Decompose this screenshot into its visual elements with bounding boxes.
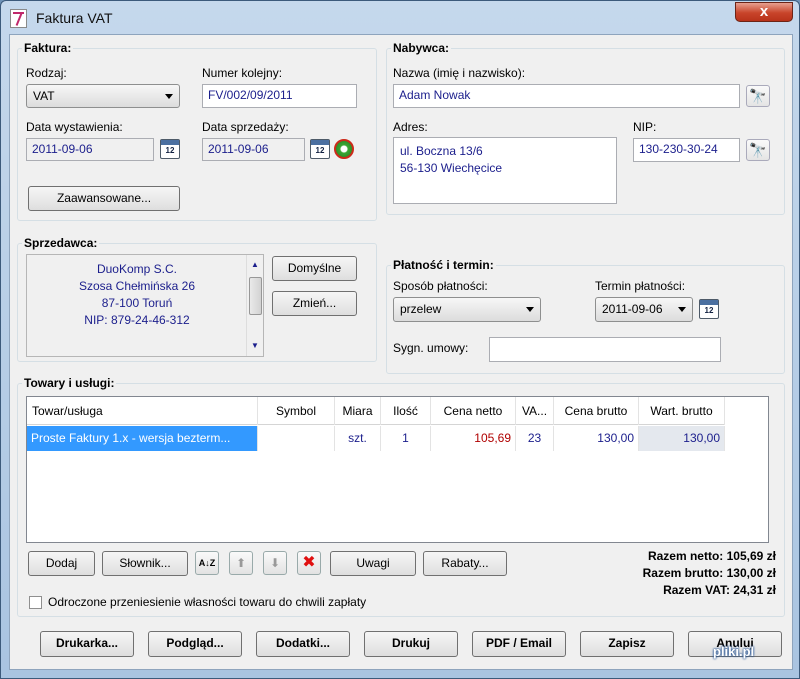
pdf-email-button[interactable]: PDF / Email [472, 631, 566, 657]
table-row[interactable]: Proste Faktury 1.x - wersja bezterm... s… [27, 426, 725, 451]
advanced-button[interactable]: Zaawansowane... [28, 186, 180, 211]
seller-info-box[interactable]: DuoKomp S.C. Szosa Chełmińska 26 87-100 … [26, 254, 264, 357]
column-header[interactable]: Cena netto [431, 397, 516, 425]
sposob-select[interactable]: przelew [393, 297, 541, 322]
column-header[interactable]: Miara [335, 397, 381, 425]
add-item-button[interactable]: Dodaj [28, 551, 95, 576]
adres-line-2: 56-130 Wiechęcice [400, 161, 503, 175]
numer-label: Numer kolejny: [202, 66, 283, 80]
cell-cena-netto[interactable]: 105,69 [431, 426, 516, 451]
search-buyer-icon[interactable]: 🔭 [746, 85, 770, 107]
nabywca-legend: Nabywca: [393, 41, 450, 55]
sum-vat: Razem VAT: 24,31 zł [663, 583, 776, 597]
sprzedawca-legend: Sprzedawca: [24, 236, 98, 250]
sort-icon[interactable]: A↓Z [195, 551, 219, 575]
notes-button[interactable]: Uwagi [330, 551, 416, 576]
data-sprzedazy-field[interactable]: 2011-09-06 [202, 138, 305, 161]
cell-miara[interactable]: szt. [335, 426, 381, 451]
rodzaj-select[interactable]: VAT [26, 84, 180, 108]
rodzaj-label: Rodzaj: [26, 66, 67, 80]
discounts-button[interactable]: Rabaty... [423, 551, 507, 576]
table-header: Towar/usługa Symbol Miara Ilość Cena net… [27, 397, 725, 425]
termin-select[interactable]: 2011-09-06 [595, 297, 693, 322]
printer-button[interactable]: Drukarka... [40, 631, 134, 657]
column-header[interactable]: Cena brutto [554, 397, 639, 425]
invoice-window: Faktura VAT x Faktura: Rodzaj: VAT Numer… [0, 0, 800, 679]
seller-line: 87-100 Toruń [101, 296, 173, 310]
search-nip-icon[interactable]: 🔭 [746, 139, 770, 161]
data-wystawienia-field[interactable]: 2011-09-06 [26, 138, 154, 161]
column-header[interactable]: VA... [516, 397, 554, 425]
column-header[interactable]: Ilość [381, 397, 431, 425]
preview-button[interactable]: Podgląd... [148, 631, 242, 657]
nazwa-field[interactable]: Adam Nowak [393, 84, 740, 108]
cell-symbol[interactable] [258, 426, 335, 451]
items-table[interactable]: Towar/usługa Symbol Miara Ilość Cena net… [26, 396, 769, 543]
sum-brutto: Razem brutto: 130,00 zł [642, 566, 776, 580]
move-down-icon[interactable]: ⬇ [263, 551, 287, 575]
deferred-ownership-checkbox[interactable] [29, 596, 42, 609]
nip-label: NIP: [633, 120, 657, 134]
calendar-icon[interactable]: 12 [310, 139, 330, 159]
chevron-down-icon [165, 94, 173, 99]
scroll-thumb[interactable] [249, 277, 262, 315]
sum-netto: Razem netto: 105,69 zł [647, 549, 776, 563]
termin-value: 2011-09-06 [602, 302, 663, 316]
seller-line: Szosa Chełmińska 26 [78, 279, 196, 293]
save-button[interactable]: Zapisz [580, 631, 674, 657]
deferred-ownership-label: Odroczone przeniesienie własności towaru… [48, 595, 367, 609]
cell-towar[interactable]: Proste Faktury 1.x - wersja bezterm... [27, 426, 258, 451]
adres-label: Adres: [393, 120, 428, 134]
scroll-up-icon[interactable]: ▲ [251, 260, 259, 269]
chevron-down-icon [678, 307, 686, 312]
column-header[interactable]: Wart. brutto [639, 397, 725, 425]
extras-button[interactable]: Dodatki... [256, 631, 350, 657]
default-seller-button[interactable]: Domyślne [272, 256, 357, 281]
close-button[interactable]: x [735, 2, 793, 22]
seller-scrollbar[interactable]: ▲ ▼ [246, 255, 263, 356]
dictionary-button[interactable]: Słownik... [102, 551, 188, 576]
chevron-down-icon [526, 307, 534, 312]
sygn-label: Sygn. umowy: [393, 341, 469, 355]
move-up-icon[interactable]: ⬆ [229, 551, 253, 575]
nip-field[interactable]: 130-230-30-24 [633, 138, 740, 162]
adres-field[interactable]: ul. Boczna 13/6 56-130 Wiechęcice [393, 137, 617, 204]
seller-line: NIP: 879-24-46-312 [84, 313, 190, 327]
data-wystawienia-label: Data wystawienia: [26, 120, 123, 134]
column-header[interactable]: Towar/usługa [27, 397, 258, 425]
print-button[interactable]: Drukuj [364, 631, 458, 657]
cell-wart-brutto[interactable]: 130,00 [639, 426, 725, 451]
window-title: Faktura VAT [36, 10, 113, 26]
platnosc-legend: Płatność i termin: [393, 258, 494, 272]
cell-cena-brutto[interactable]: 130,00 [554, 426, 639, 451]
column-header[interactable]: Symbol [258, 397, 335, 425]
refresh-icon[interactable] [334, 139, 354, 159]
faktura-legend: Faktura: [24, 41, 72, 55]
app-icon [10, 9, 27, 28]
sposob-label: Sposób płatności: [393, 279, 488, 293]
seller-line: DuoKomp S.C. [96, 262, 178, 276]
change-seller-button[interactable]: Zmień... [272, 291, 357, 316]
delete-icon[interactable]: ✖ [297, 551, 321, 575]
scroll-down-icon[interactable]: ▼ [251, 341, 259, 350]
adres-line-1: ul. Boczna 13/6 [400, 144, 483, 158]
sygn-field[interactable] [489, 337, 721, 362]
watermark-logo: pliki.pl [713, 644, 755, 659]
title-bar[interactable]: Faktura VAT x [1, 1, 799, 35]
nazwa-label: Nazwa (imię i nazwisko): [393, 66, 526, 80]
numer-field[interactable]: FV/002/09/2011 [202, 84, 357, 108]
cell-vat[interactable]: 23 [516, 426, 554, 451]
data-sprzedazy-label: Data sprzedaży: [202, 120, 289, 134]
sposob-value: przelew [400, 302, 442, 316]
rodzaj-value: VAT [33, 89, 55, 103]
calendar-icon[interactable]: 12 [699, 299, 719, 319]
cell-ilosc[interactable]: 1 [381, 426, 431, 451]
dialog-body: Faktura: Rodzaj: VAT Numer kolejny: FV/0… [9, 34, 793, 670]
towary-legend: Towary i usługi: [24, 376, 115, 390]
termin-label: Termin płatności: [595, 279, 686, 293]
calendar-icon[interactable]: 12 [160, 139, 180, 159]
